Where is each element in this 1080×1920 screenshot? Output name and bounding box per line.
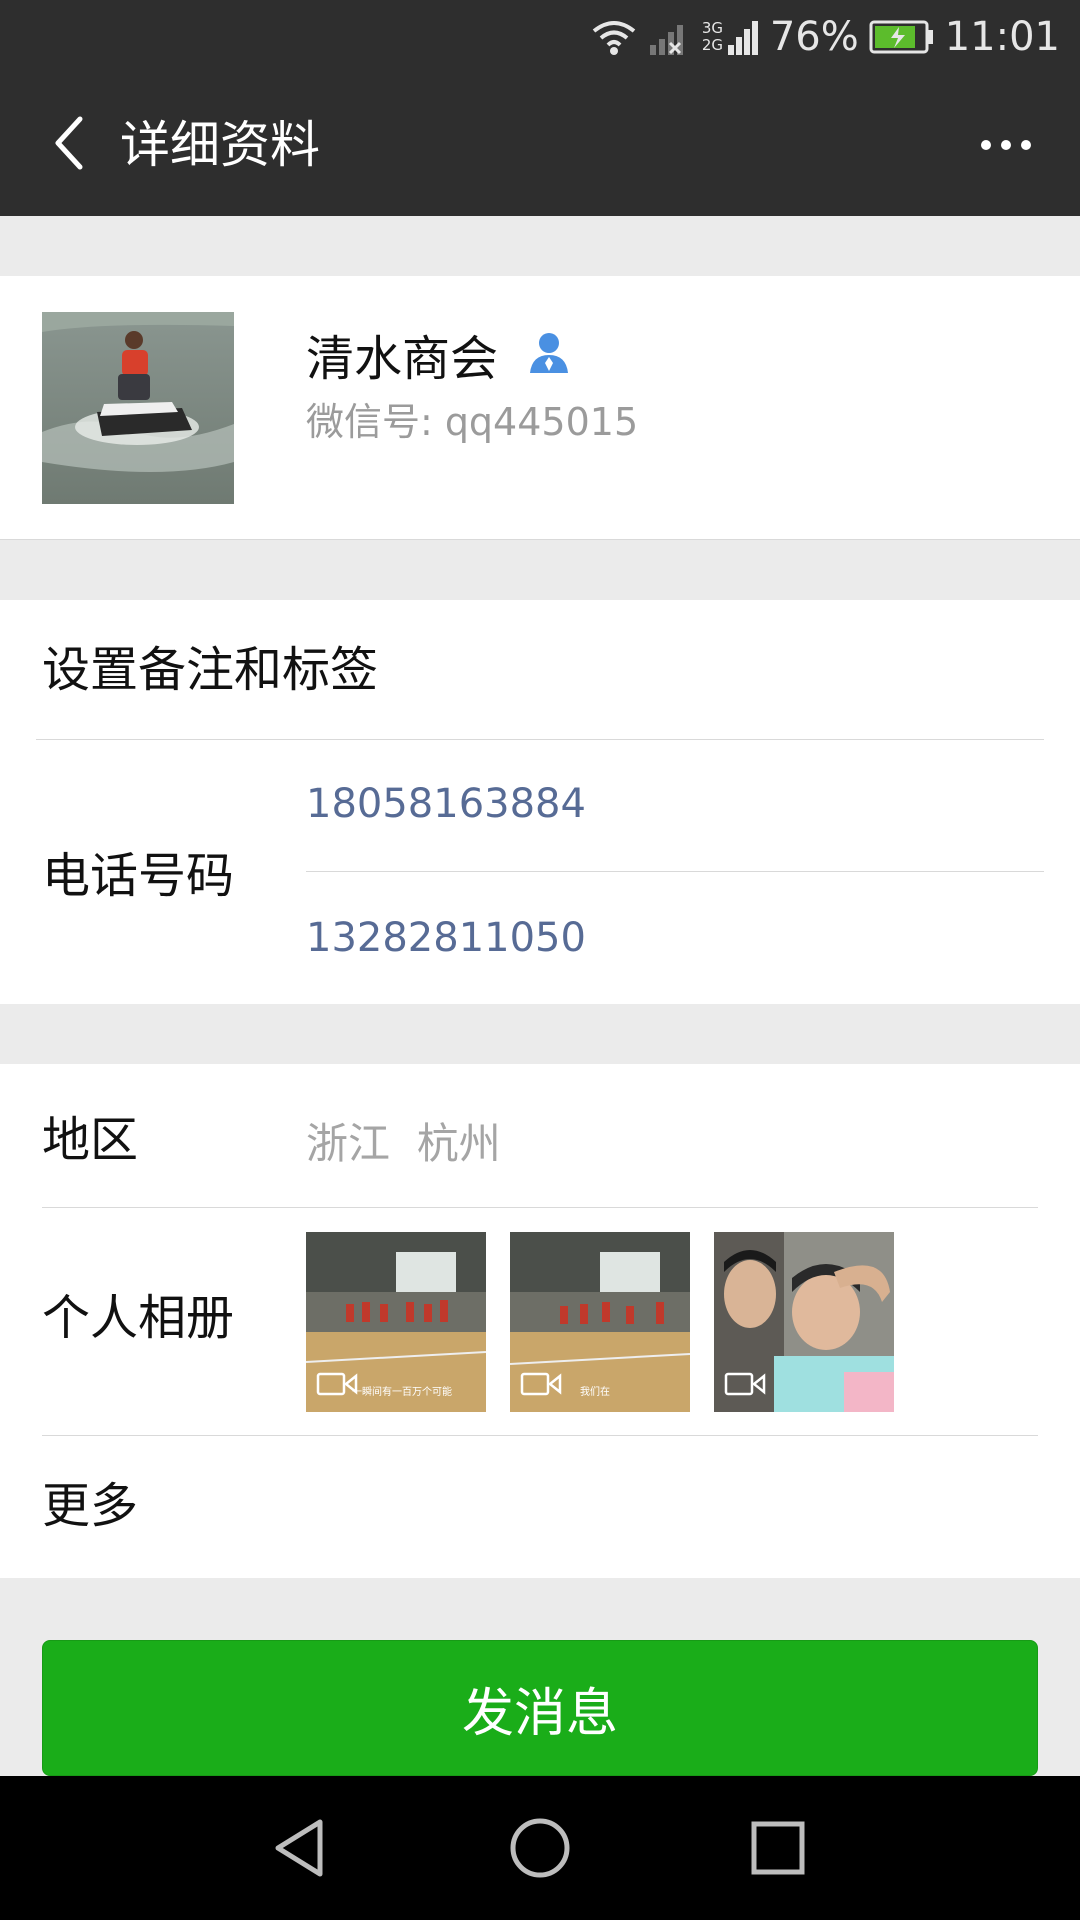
divider [306,871,1044,872]
region-row: 地区 浙江 杭州 [0,1064,1080,1208]
nav-bar: 详细资料 [0,74,1080,216]
info-card: 设置备注和标签 电话号码 18058163884 13282811050 [0,600,1080,1004]
more-row[interactable]: 更多 [0,1436,1080,1578]
phone-label: 电话号码 [42,848,235,904]
divider [36,739,1044,740]
wechat-id-label: 微信号: [306,400,433,444]
clock-time: 11:01 [944,14,1060,60]
back-chevron-icon [52,115,86,175]
album-label: 个人相册 [42,1290,235,1346]
set-remark-row[interactable]: 设置备注和标签 [0,600,1080,740]
network-type: 3G 2G [701,19,723,54]
set-remark-label: 设置备注和标签 [42,642,379,698]
video-icon [520,1370,564,1402]
system-back-button[interactable] [262,1812,338,1888]
status-icons: 3G 2G 76% 11:01 [590,12,1060,62]
back-button[interactable] [34,110,104,180]
square-recents-icon [750,1820,806,1880]
more-dot [1021,140,1031,150]
album-thumbnail[interactable] [714,1232,894,1412]
male-user-icon [526,326,572,392]
page-title: 详细资料 [120,116,320,174]
region-label: 地区 [42,1112,139,1168]
wechat-id: qq445015 [444,400,639,444]
phone-number-1[interactable]: 18058163884 [306,776,586,832]
battery-icon [869,20,935,54]
more-dot [981,140,991,150]
more-button[interactable] [966,110,1046,180]
avatar[interactable] [42,312,234,504]
wechat-id-row: 微信号: qq445015 [306,394,638,450]
status-bar: 3G 2G 76% 11:01 [0,0,1080,74]
signal-off-icon [648,17,692,57]
album-caption: 我们在 [580,1387,610,1398]
profile-card: 清水商会 微信号: qq445015 [0,276,1080,540]
region-value: 浙江 杭州 [306,1119,501,1168]
battery-percent: 76% [769,14,859,60]
phone-number-2[interactable]: 13282811050 [306,910,586,966]
album-thumbnail[interactable]: 一瞬间有一百万个可能 [306,1232,486,1412]
album-thumbnails: 一瞬间有一百万个可能 我们在 [306,1232,894,1412]
triangle-back-icon [272,1818,328,1882]
album-caption: 一瞬间有一百万个可能 [352,1387,452,1398]
signal-3g-icon: 3G 2G [702,17,760,57]
wifi-icon [590,17,638,57]
video-icon [724,1370,768,1402]
contact-name-row: 清水商会 [306,326,572,392]
system-recents-button[interactable] [740,1812,816,1888]
system-home-button[interactable] [502,1812,578,1888]
detail-card: 地区 浙江 杭州 个人相册 一瞬间有一百万个可能 我们在 更多 [0,1064,1080,1578]
album-thumbnail[interactable]: 我们在 [510,1232,690,1412]
more-dot [1001,140,1011,150]
system-nav-bar [0,1776,1080,1920]
more-label: 更多 [42,1478,139,1534]
contact-name: 清水商会 [306,331,499,387]
circle-home-icon [508,1816,572,1884]
send-message-button[interactable]: 发消息 [42,1640,1038,1776]
